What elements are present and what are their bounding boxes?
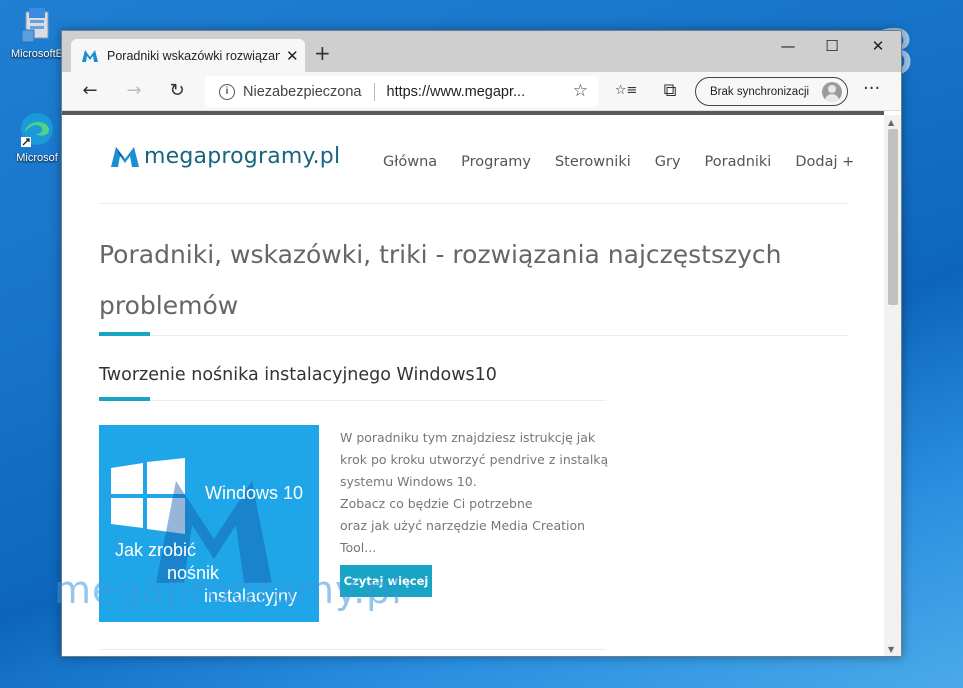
excerpt-line: Zobacz co będzie Ci potrzebne [340, 496, 533, 511]
excerpt-line: krok po kroku utworzyć pendrive z instal… [340, 452, 609, 467]
menu-button[interactable]: ··· [863, 78, 880, 99]
profile-avatar-icon [822, 82, 842, 102]
article-thumbnail[interactable]: Windows 10 Jak zrobić nośnik instalacyjn… [99, 425, 319, 622]
excerpt-line: Tool... [340, 540, 377, 555]
security-status[interactable]: Niezabezpieczona [243, 84, 362, 100]
page-scrollbar[interactable]: ▲ ▼ [884, 115, 901, 656]
nav-item-programy[interactable]: Programy [461, 154, 531, 170]
page-title: Poradniki, wskazówki, triki - rozwiązani… [99, 240, 782, 320]
main-nav: Główna Programy Sterowniki Gry Poradniki… [383, 154, 878, 170]
nav-item-dodaj[interactable]: Dodaj + [795, 154, 854, 170]
article-excerpt: W poradniku tym znajdziesz istrukcję jak… [340, 427, 610, 559]
address-divider [373, 82, 375, 101]
excerpt-line: W poradniku tym znajdziesz istrukcję jak [340, 430, 596, 445]
excerpt-line: oraz jak użyć narzędzie Media Creation [340, 518, 586, 533]
article-divider [99, 400, 606, 401]
thumbnail-caption: Jak zrobić nośnik instalacyjny [115, 539, 305, 608]
nav-item-poradniki[interactable]: Poradniki [705, 154, 772, 170]
scroll-down-icon[interactable]: ▼ [888, 645, 894, 654]
article-title[interactable]: Tworzenie nośnika instalacyjnego Windows… [99, 365, 497, 385]
caption-line: instalacyjny [204, 586, 298, 606]
title-divider [99, 335, 847, 336]
nav-item-glowna[interactable]: Główna [383, 154, 437, 170]
read-more-button[interactable]: Czytaj więcej [340, 565, 432, 597]
caption-line: nośnik [167, 563, 220, 583]
logo-text: megaprogramy.pl [144, 144, 341, 169]
forward-button[interactable]: → [122, 80, 146, 104]
url-text[interactable]: https://www.megapr... [387, 84, 547, 100]
sync-button[interactable]: Brak synchronizacji [695, 77, 848, 106]
new-tab-button[interactable]: + [314, 41, 331, 65]
header-divider [99, 203, 847, 204]
nav-item-gry[interactable]: Gry [655, 154, 681, 170]
installer-icon [21, 8, 49, 43]
minimize-button[interactable]: — [768, 37, 808, 59]
sync-label: Brak synchronizacji [710, 85, 810, 98]
maximize-button[interactable]: ☐ [812, 37, 852, 59]
nav-item-sterowniki[interactable]: Sterowniki [555, 154, 631, 170]
web-page: megaprogramy.pl Główna Programy Sterowni… [62, 111, 884, 656]
info-icon[interactable]: i [219, 83, 235, 100]
windows-10-label: Windows 10 [205, 483, 304, 503]
collections-icon[interactable]: ⧉ [658, 80, 682, 104]
tab-title: Poradniki wskazówki rozwiązania [107, 48, 280, 63]
scrollbar-thumb[interactable] [888, 129, 898, 305]
favorite-star-icon[interactable]: ☆ [573, 81, 588, 101]
site-logo[interactable]: megaprogramy.pl [110, 144, 340, 169]
back-button[interactable]: ← [78, 80, 102, 104]
article-accent [99, 397, 150, 401]
logo-m-icon [111, 146, 139, 167]
article-bottom-divider [99, 649, 606, 650]
excerpt-line: systemu Windows 10. [340, 474, 477, 489]
caption-line: Jak zrobić [115, 540, 197, 560]
refresh-button[interactable]: ↻ [165, 80, 189, 104]
scroll-up-icon[interactable]: ▲ [888, 118, 894, 127]
close-window-button[interactable]: ✕ [858, 37, 898, 59]
edge-icon [21, 113, 53, 147]
browser-tab[interactable]: Poradniki wskazówki rozwiązania ✕ [71, 39, 305, 72]
site-favicon-icon [82, 49, 98, 62]
browser-window: Poradniki wskazówki rozwiązania ✕ + — ☐ … [61, 30, 902, 657]
tab-close-icon[interactable]: ✕ [286, 47, 299, 65]
browser-toolbar: ← → ↻ i Niezabezpieczona https://www.meg… [62, 72, 901, 111]
address-bar[interactable]: i Niezabezpieczona https://www.megapr...… [205, 76, 598, 107]
favorites-icon[interactable]: ☆≡ [614, 80, 638, 104]
title-accent [99, 332, 150, 336]
title-bar: Poradniki wskazówki rozwiązania ✕ + — ☐ … [62, 31, 901, 72]
